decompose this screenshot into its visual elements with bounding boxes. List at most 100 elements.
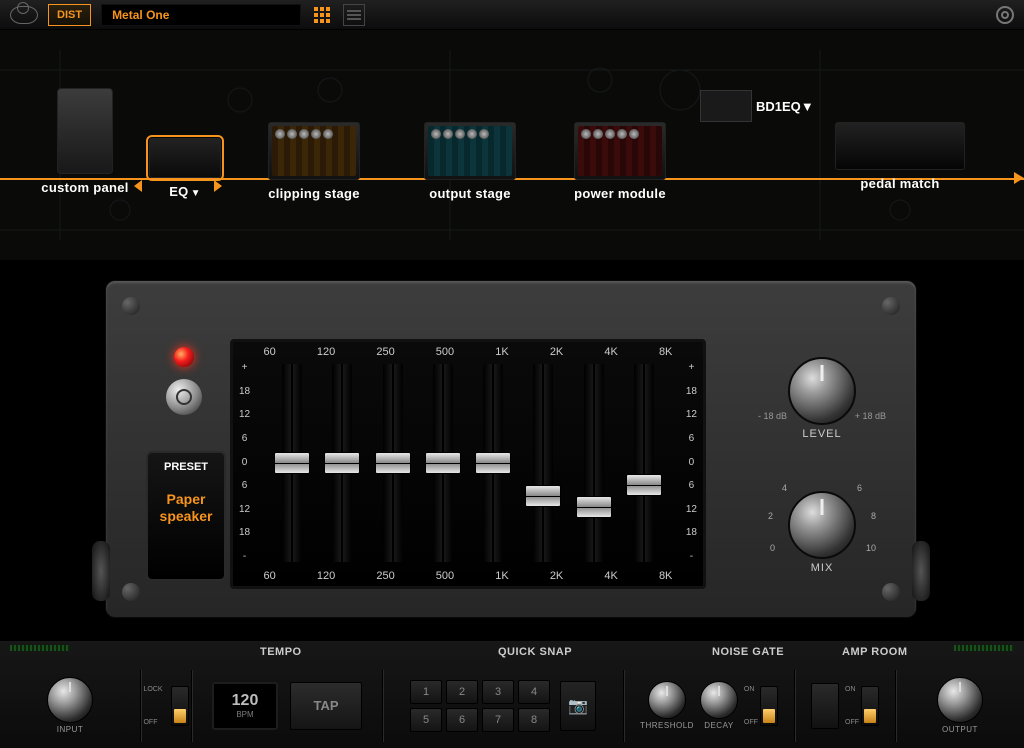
bottom-bar: TEMPO QUICK SNAP NOISE GATE AMP ROOM INP… (0, 640, 1024, 748)
list-view-icon[interactable] (343, 4, 365, 26)
threshold-knob[interactable] (648, 681, 686, 719)
snap-button-6[interactable]: 6 (446, 708, 478, 732)
input-label: INPUT (57, 725, 84, 734)
module-label[interactable]: EQ▼ (169, 184, 201, 199)
amp-room-section: ONOFF (795, 667, 895, 744)
module-thumb (574, 122, 666, 180)
lock-switch-group: LOCKOFF (141, 667, 191, 744)
preset-header: PRESET (164, 461, 208, 473)
tempo-unit: BPM (236, 710, 253, 719)
amp-room-slot[interactable] (811, 683, 839, 729)
level-label: LEVEL (802, 428, 841, 440)
module-label: pedal match (860, 176, 939, 191)
output-knob[interactable] (937, 677, 983, 723)
gear-icon[interactable] (996, 6, 1014, 24)
eq-slider-area: 601202505001K2K4K8K 601202505001K2K4K8K … (230, 339, 706, 589)
quick-snap-section: 1234 5678 📷 (383, 667, 623, 744)
category-badge[interactable]: DIST (48, 4, 91, 26)
screw-icon (122, 297, 140, 315)
module-thumb (57, 88, 113, 174)
level-max: + 18 dB (855, 411, 886, 421)
screw-icon (882, 583, 900, 601)
eq-slider[interactable] (483, 364, 503, 562)
eq-panel: PRESET Paper speaker 601202505001K2K4K8K… (105, 280, 917, 618)
preset-name-field[interactable]: Metal One (101, 4, 301, 26)
input-meter (10, 645, 70, 651)
module-output-stage[interactable]: output stage (420, 122, 520, 201)
module-label: power module (574, 186, 666, 201)
module-eq-bd1[interactable]: BD1EQ▼ (700, 90, 814, 122)
snap-button-5[interactable]: 5 (410, 708, 442, 732)
snapshot-button[interactable]: 📷 (560, 681, 596, 731)
snap-button-7[interactable]: 7 (482, 708, 514, 732)
module-thumb (268, 122, 360, 180)
output-section: OUTPUT (896, 667, 1024, 744)
module-thumb (700, 90, 752, 122)
mix-knob-group: MIX 0 2 4 6 8 10 (788, 491, 856, 574)
level-knob[interactable] (788, 357, 856, 425)
tempo-value: 120 (232, 692, 259, 710)
snap-button-2[interactable]: 2 (446, 680, 478, 704)
module-label: clipping stage (268, 186, 360, 201)
rack-handle (912, 541, 930, 601)
band-labels-bottom: 601202505001K2K4K8K (233, 566, 703, 582)
module-custom-panel[interactable]: custom panel (35, 88, 135, 195)
level-min: - 18 dB (758, 411, 787, 421)
snap-button-8[interactable]: 8 (518, 708, 550, 732)
amp-switch[interactable] (861, 686, 879, 726)
cloud-icon[interactable] (10, 6, 38, 24)
eq-slider[interactable] (533, 364, 553, 562)
tempo-section: 120 BPM TAP (192, 667, 382, 744)
module-power-module[interactable]: power module (570, 122, 670, 201)
tap-button[interactable]: TAP (290, 682, 362, 730)
tempo-display[interactable]: 120 BPM (212, 682, 278, 730)
power-led-icon (174, 347, 194, 367)
level-knob-group: LEVEL - 18 dB + 18 dB (788, 357, 856, 440)
module-clipping-stage[interactable]: clipping stage (264, 122, 364, 201)
mix-knob[interactable] (788, 491, 856, 559)
signal-chain-area: custom panel EQ▼ clipping stage output s… (0, 30, 1024, 260)
screw-icon (882, 297, 900, 315)
gate-switch[interactable] (760, 686, 778, 726)
noise-gate-section: THRESHOLD DECAY ONOFF (624, 667, 794, 744)
module-label[interactable]: BD1EQ▼ (756, 99, 814, 114)
module-thumb (835, 122, 965, 170)
module-label: custom panel (41, 180, 128, 195)
snap-button-1[interactable]: 1 (410, 680, 442, 704)
screw-icon (122, 583, 140, 601)
snap-button-4[interactable]: 4 (518, 680, 550, 704)
scale-right: +18126061218- (686, 362, 697, 562)
mix-label: MIX (811, 562, 834, 574)
output-label: OUTPUT (942, 725, 978, 734)
preset-name: Paper speaker (152, 491, 220, 525)
module-pedal-match[interactable]: pedal match (850, 122, 950, 191)
eq-slider[interactable] (383, 364, 403, 562)
grid-view-icon[interactable] (311, 4, 333, 26)
module-thumb (424, 122, 516, 180)
snap-button-3[interactable]: 3 (482, 680, 514, 704)
power-button[interactable] (166, 379, 202, 415)
decay-knob[interactable] (700, 681, 738, 719)
eq-slider[interactable] (634, 364, 654, 562)
output-meter (954, 645, 1014, 651)
preset-display[interactable]: PRESET Paper speaker (146, 451, 226, 581)
eq-slider[interactable] (433, 364, 453, 562)
camera-icon: 📷 (568, 696, 588, 716)
chevron-down-icon: ▼ (801, 99, 814, 114)
module-label: output stage (429, 186, 511, 201)
snap-grid: 1234 5678 (410, 680, 550, 732)
scale-left: +18126061218- (239, 362, 250, 562)
module-thumb (149, 138, 221, 178)
section-labels: TEMPO QUICK SNAP NOISE GATE AMP ROOM (0, 641, 1024, 663)
chevron-down-icon: ▼ (191, 188, 201, 199)
eq-slider[interactable] (282, 364, 302, 562)
chain-arrow-icon (1014, 172, 1024, 184)
module-eq[interactable]: EQ▼ (135, 138, 235, 199)
eq-sliders (267, 364, 669, 562)
input-section: INPUT (0, 667, 140, 744)
eq-slider[interactable] (332, 364, 352, 562)
top-bar: DIST Metal One (0, 0, 1024, 30)
eq-slider[interactable] (584, 364, 604, 562)
input-knob[interactable] (47, 677, 93, 723)
lock-switch[interactable] (171, 686, 189, 726)
